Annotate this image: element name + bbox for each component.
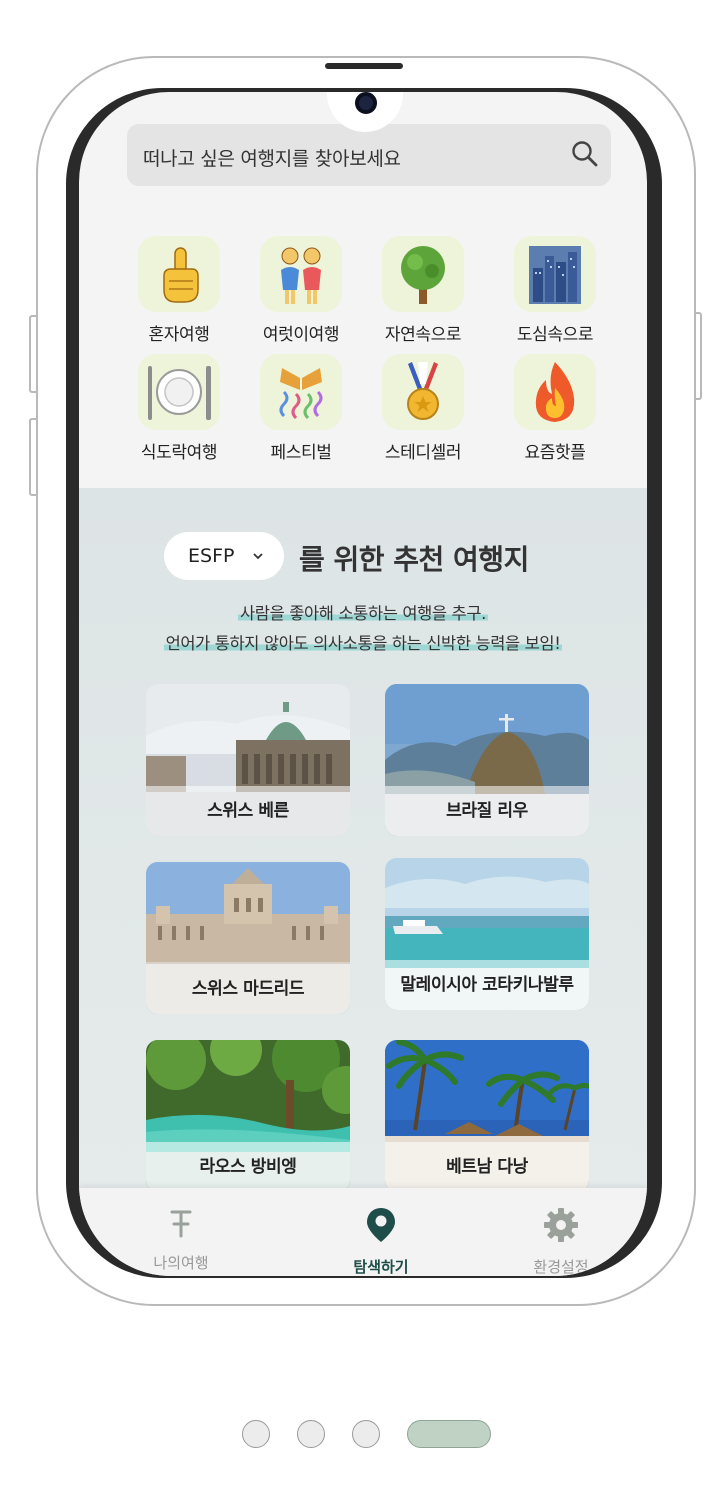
nav-my-trip[interactable]: 나의여행 (121, 1206, 241, 1273)
category-label: 여럿이여행 (262, 325, 340, 345)
nav-label: 나의여행 (153, 1254, 209, 1272)
recommendation-title: 를 위한 추천 여행지 (299, 543, 529, 576)
bottom-navigation: 나의여행 탐색하기 환경설정 (79, 1188, 647, 1276)
category-label: 혼자여행 (148, 325, 210, 345)
phone-speaker (325, 63, 403, 69)
mbti-value: ESFP (188, 545, 235, 567)
pager-dot-1[interactable] (242, 1420, 270, 1448)
location-pin-icon (367, 1208, 395, 1242)
destination-card-kota-kinabalu[interactable]: 말레이시아 코타키나발루 (385, 858, 589, 1010)
city-icon (514, 236, 596, 312)
category-solo-travel[interactable]: 혼자여행 (119, 236, 239, 345)
plate-cutlery-icon (138, 354, 220, 430)
two-girls-icon (260, 236, 342, 312)
destination-name: 베트남 다낭 (385, 1142, 589, 1192)
destination-card-vang-vieng[interactable]: 라오스 방비엥 (146, 1040, 350, 1192)
tree-icon (382, 236, 464, 312)
mbti-selector[interactable]: ESFP (164, 532, 284, 580)
destination-name: 말레이시아 코타키나발루 (385, 960, 589, 1010)
chevron-down-icon (253, 553, 263, 560)
confetti-icon (260, 354, 342, 430)
category-city[interactable]: 도심속으로 (495, 236, 615, 345)
medal-icon (382, 354, 464, 430)
search-placeholder: 떠나고 싶은 여행지를 찾아보세요 (143, 148, 401, 170)
fire-icon (514, 354, 596, 430)
category-nature[interactable]: 자연속으로 (363, 236, 483, 345)
category-food-travel[interactable]: 식도락여행 (119, 354, 239, 463)
app-screen: 떠나고 싶은 여행지를 찾아보세요 혼자여행 여럿이여행 자연속으로 도심속으로… (79, 92, 647, 1276)
mbti-description-line2: 언어가 통하지 않아도 의사소통을 하는 신박한 능력을 보임! (163, 634, 563, 653)
nav-settings[interactable]: 환경설정 (501, 1206, 621, 1276)
category-label: 도심속으로 (516, 325, 594, 345)
category-group-travel[interactable]: 여럿이여행 (241, 236, 361, 345)
category-label: 자연속으로 (384, 325, 462, 345)
destination-card-da-nang[interactable]: 베트남 다낭 (385, 1040, 589, 1192)
destination-card-rio[interactable]: 브라질 리우 (385, 684, 589, 836)
category-steady-seller[interactable]: 스테디셀러 (363, 354, 483, 463)
search-bar[interactable]: 떠나고 싶은 여행지를 찾아보세요 (127, 124, 611, 186)
nav-label: 환경설정 (533, 1258, 589, 1276)
gear-icon (544, 1208, 578, 1242)
recommendation-section: ESFP 를 위한 추천 여행지 사람을 좋아해 소통하는 여행을 추구. 언어… (79, 488, 647, 1276)
front-camera (355, 92, 377, 114)
pager-dot-2[interactable] (297, 1420, 325, 1448)
mbti-description-line1: 사람을 좋아해 소통하는 여행을 추구. (238, 604, 488, 623)
search-icon[interactable] (569, 138, 601, 170)
destination-name: 스위스 마드리드 (146, 964, 350, 1014)
destination-card-madrid[interactable]: 스위스 마드리드 (146, 862, 350, 1014)
pager-dot-active[interactable] (407, 1420, 491, 1448)
pin-board-icon (170, 1210, 192, 1238)
destination-card-bern[interactable]: 스위스 베른 (146, 684, 350, 836)
destination-name: 브라질 리우 (385, 786, 589, 836)
category-label: 식도락여행 (140, 443, 218, 463)
category-hot-place[interactable]: 요즘핫플 (495, 354, 615, 463)
category-label: 스테디셀러 (384, 443, 462, 463)
destination-name: 스위스 베른 (146, 786, 350, 836)
category-label: 페스티벌 (270, 443, 332, 463)
category-festival[interactable]: 페스티벌 (241, 354, 361, 463)
pointing-finger-icon (138, 236, 220, 312)
pager-dot-3[interactable] (352, 1420, 380, 1448)
nav-label: 탐색하기 (353, 1258, 409, 1276)
destination-name: 라오스 방비엥 (146, 1142, 350, 1192)
category-label: 요즘핫플 (524, 443, 586, 463)
nav-explore[interactable]: 탐색하기 (321, 1206, 441, 1276)
device-stage: 떠나고 싶은 여행지를 찾아보세요 혼자여행 여럿이여행 자연속으로 도심속으로… (0, 0, 712, 1498)
